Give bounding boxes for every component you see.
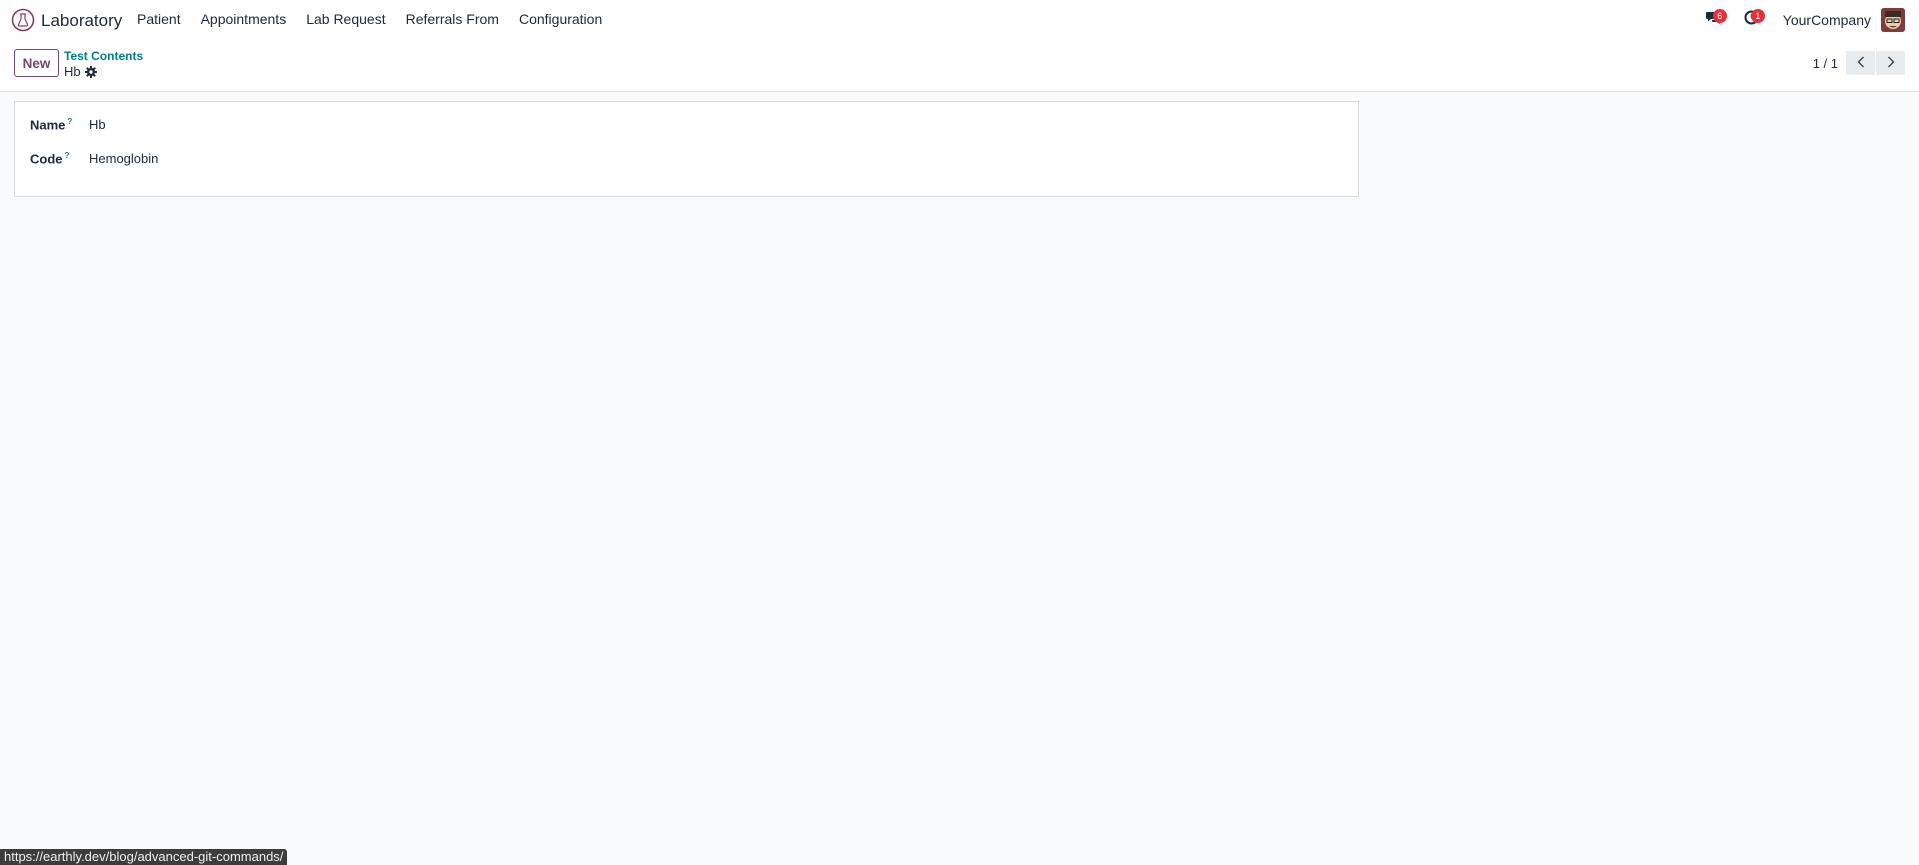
help-tooltip-icon[interactable]: ?	[67, 117, 72, 126]
menu-item-lab-request[interactable]: Lab Request	[296, 0, 395, 39]
pager-next-button[interactable]	[1876, 51, 1905, 75]
top-navbar: Laboratory Patient Appointments Lab Requ…	[0, 0, 1919, 39]
field-row-name: Name? Hb	[30, 117, 106, 132]
field-label-name: Name?	[30, 117, 89, 132]
systray: 6 1 YourCompany	[1695, 0, 1919, 39]
control-panel: New Test Contents Hb 1 / 1	[0, 39, 1919, 92]
avatar[interactable]	[1881, 7, 1905, 32]
pager: 1 / 1	[1813, 50, 1905, 76]
messages-badge: 6	[1712, 9, 1727, 23]
main-menu: Patient Appointments Lab Request Referra…	[127, 0, 612, 39]
field-label-text: Name	[30, 117, 66, 133]
page-title: Hb	[64, 64, 81, 79]
menu-item-referrals-from[interactable]: Referrals From	[396, 0, 509, 39]
record-title-row: Hb	[64, 64, 97, 79]
field-label-code: Code?	[30, 151, 89, 166]
code-field[interactable]: Hemoglobin	[89, 151, 158, 166]
new-button[interactable]: New	[14, 49, 59, 77]
menu-item-appointments[interactable]: Appointments	[191, 0, 297, 39]
pager-value[interactable]: 1 / 1	[1813, 56, 1838, 71]
field-row-code: Code? Hemoglobin	[30, 151, 158, 166]
breadcrumb[interactable]: Test Contents	[64, 49, 143, 63]
help-tooltip-icon[interactable]: ?	[65, 151, 70, 160]
gear-icon[interactable]	[84, 65, 97, 78]
activities-badge: 1	[1750, 9, 1765, 23]
activities-button[interactable]: 1	[1733, 0, 1771, 39]
pager-previous-button[interactable]	[1846, 51, 1875, 75]
field-label-text: Code	[30, 151, 63, 167]
menu-item-configuration[interactable]: Configuration	[509, 0, 612, 39]
app-name[interactable]: Laboratory	[41, 11, 122, 31]
form-sheet: Name? Hb Code? Hemoglobin	[14, 101, 1359, 197]
name-field[interactable]: Hb	[89, 117, 106, 132]
status-bar-url: https://earthly.dev/blog/advanced-git-co…	[0, 849, 288, 865]
lab-flask-icon[interactable]	[10, 7, 35, 32]
messages-button[interactable]: 6	[1695, 0, 1733, 39]
chevron-right-icon	[1887, 56, 1895, 71]
menu-item-patient[interactable]: Patient	[127, 0, 191, 39]
chevron-left-icon	[1857, 56, 1865, 71]
company-switcher[interactable]: YourCompany	[1783, 12, 1871, 28]
